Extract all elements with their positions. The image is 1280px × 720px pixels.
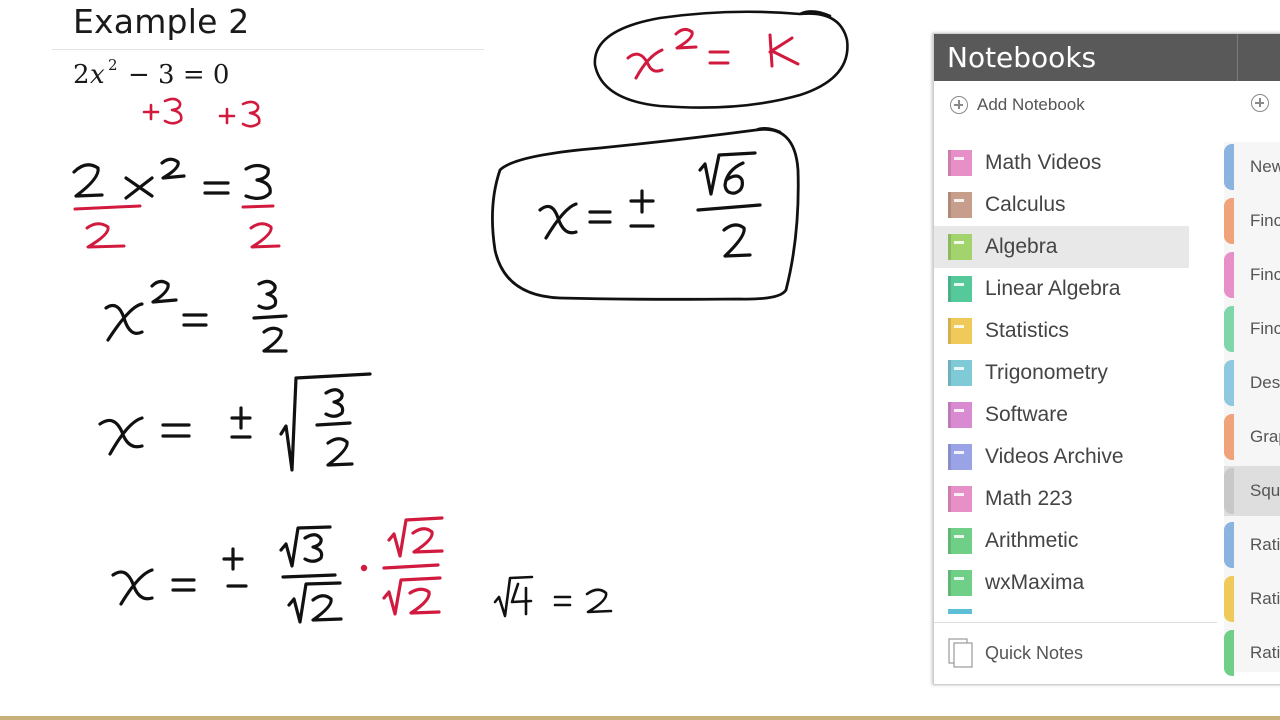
notebook-label: Videos Archive	[985, 445, 1124, 468]
section-tab-7[interactable]: Rati	[1224, 520, 1280, 570]
notebook-label: Arithmetic	[985, 529, 1079, 552]
notebook-item-math-223[interactable]: Math 223	[934, 478, 1224, 520]
notebook-icon	[948, 486, 972, 512]
section-color-strip	[1224, 576, 1234, 622]
typed-variable: x	[90, 60, 105, 90]
add-notebook-label: Add Notebook	[977, 95, 1085, 114]
section-tab-9[interactable]: Rati	[1224, 628, 1280, 678]
quick-notes-label: Quick Notes	[985, 642, 1084, 663]
notebook-label: wxMaxima	[985, 571, 1085, 594]
section-tab-label: Rati	[1250, 589, 1280, 608]
notebooks-title: Notebooks	[947, 41, 1097, 74]
section-tab-label: Rati	[1250, 535, 1280, 554]
section-color-strip	[1224, 252, 1234, 298]
notebook-label: Software	[985, 403, 1068, 426]
section-tab-label: Grap	[1250, 427, 1280, 446]
section-color-strip	[1224, 522, 1234, 568]
notebook-list: Math Videos Calculus Algebra Linear Alge…	[934, 142, 1224, 604]
section-tab-1[interactable]: Finc	[1224, 196, 1280, 246]
notebook-icon	[948, 360, 972, 386]
ink-divide-step	[72, 157, 272, 200]
notebook-item-calculus[interactable]: Calculus	[934, 184, 1224, 226]
notebook-item-algebra[interactable]: Algebra	[934, 226, 1189, 268]
section-tabs: New Finc Finc Finc Des Grap Squ Rati Rati Rati	[1224, 142, 1280, 676]
ink-bubble-x-squared-k	[593, 10, 849, 109]
typed-exponent: 2	[108, 56, 118, 74]
notebook-label: Linear Algebra	[985, 277, 1121, 300]
notebook-icon	[948, 192, 972, 218]
section-color-strip	[1224, 360, 1234, 406]
bottom-edge-bar	[0, 716, 1280, 720]
section-tab-2[interactable]: Finc	[1224, 250, 1280, 300]
section-color-strip	[1224, 414, 1234, 460]
plus-circle-icon	[950, 96, 968, 114]
notebook-item-trigonometry[interactable]: Trigonometry	[934, 352, 1224, 394]
add-notebook-button[interactable]: Add Notebook	[950, 94, 1085, 116]
section-tab-label: New	[1250, 157, 1280, 176]
plus-circle-icon	[1251, 94, 1269, 112]
ink-x-squared-step	[104, 279, 288, 353]
section-tab-6[interactable]: Squ	[1224, 466, 1280, 516]
section-tab-8[interactable]: Rati	[1224, 574, 1280, 624]
typed-coefficient: 2	[73, 60, 90, 90]
notebook-list-overflow-item	[948, 609, 972, 614]
notebook-item-arithmetic[interactable]: Arithmetic	[934, 520, 1224, 562]
section-tab-4[interactable]: Des	[1224, 358, 1280, 408]
section-tab-label: Des	[1250, 373, 1280, 392]
notebook-label: Trigonometry	[985, 361, 1108, 384]
footer-divider	[934, 622, 1217, 623]
section-tab-label: Finc	[1250, 265, 1280, 284]
notebook-icon	[948, 234, 972, 260]
section-color-strip	[1224, 306, 1234, 352]
ink-times-root2-over-root2	[360, 516, 444, 616]
typed-equation: 2 x 2 − 3 = 0	[73, 56, 229, 90]
section-tab-label: Finc	[1250, 211, 1280, 230]
notebook-icon	[948, 528, 972, 554]
notebook-icon	[948, 570, 972, 596]
notebook-item-videos-archive[interactable]: Videos Archive	[934, 436, 1224, 478]
notebook-label: Math 223	[985, 487, 1073, 510]
notebook-item-linear-algebra[interactable]: Linear Algebra	[934, 268, 1224, 310]
notebook-label: Algebra	[985, 235, 1058, 258]
notebook-icon	[948, 444, 972, 470]
notebook-icon	[948, 318, 972, 344]
section-tab-label: Finc	[1250, 319, 1280, 338]
notebook-label: Statistics	[985, 319, 1070, 342]
notebooks-header: Notebooks	[934, 34, 1280, 81]
section-color-strip	[1224, 630, 1234, 676]
section-color-strip	[1224, 144, 1234, 190]
section-tab-label: Rati	[1250, 643, 1280, 662]
notebook-item-math-videos[interactable]: Math Videos	[934, 142, 1224, 184]
notebook-label: Calculus	[985, 193, 1066, 216]
section-tab-5[interactable]: Grap	[1224, 412, 1280, 462]
section-color-strip	[1224, 468, 1234, 514]
quick-notes-button[interactable]: Quick Notes	[947, 637, 1083, 669]
ink-plus3-step	[142, 97, 261, 128]
ink-root4-note	[493, 575, 613, 618]
ink-rationalize-step	[111, 525, 343, 624]
notebooks-panel: Notebooks Add Notebook Math Videos Calcu…	[933, 33, 1280, 685]
section-tab-label: Squ	[1250, 481, 1280, 500]
notebook-icon	[948, 402, 972, 428]
ink-boxed-answer	[491, 127, 800, 301]
add-section-button[interactable]	[1251, 94, 1278, 112]
notebook-item-software[interactable]: Software	[934, 394, 1224, 436]
section-color-strip	[1224, 198, 1234, 244]
ink-sqrt-step	[98, 372, 372, 472]
quick-notes-icon	[948, 638, 973, 668]
ink-divide-by-2	[73, 204, 281, 249]
typed-rest: − 3 = 0	[128, 60, 229, 90]
header-divider	[1237, 34, 1238, 81]
notebook-label: Math Videos	[985, 151, 1102, 174]
notebook-icon	[948, 276, 972, 302]
notebook-icon	[948, 150, 972, 176]
section-tab-3[interactable]: Finc	[1224, 304, 1280, 354]
section-tab-0[interactable]: New	[1224, 142, 1280, 192]
notebook-item-wxmaxima[interactable]: wxMaxima	[934, 562, 1224, 604]
notebook-item-statistics[interactable]: Statistics	[934, 310, 1224, 352]
